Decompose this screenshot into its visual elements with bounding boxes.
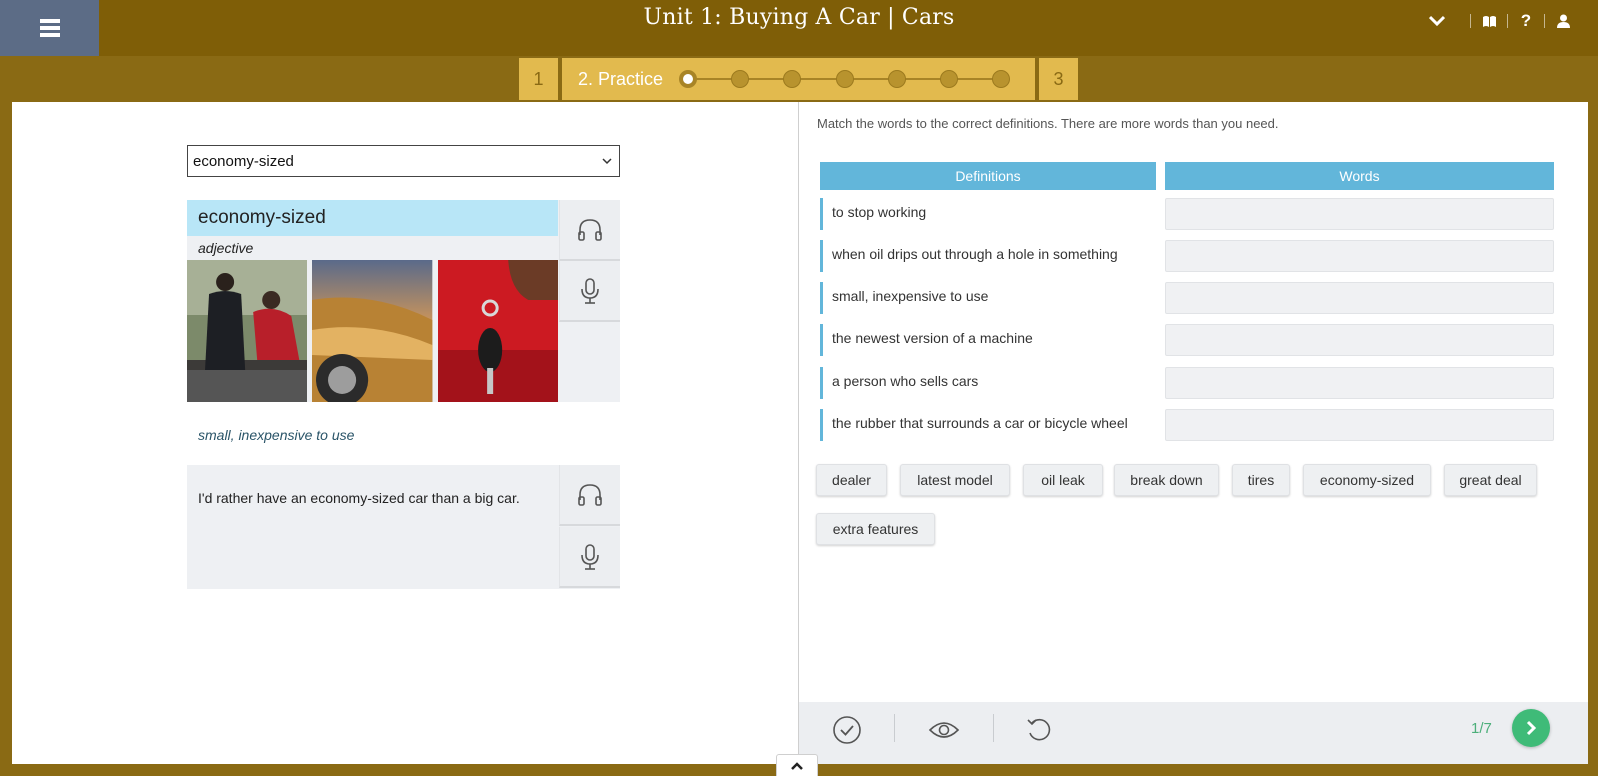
progress-dot-3[interactable] — [783, 70, 802, 88]
progress-dot-1[interactable] — [679, 70, 698, 88]
book-icon — [1482, 15, 1496, 27]
image-gold-car — [312, 260, 433, 402]
header-separator — [1470, 14, 1471, 28]
word-select-value: economy-sized — [193, 152, 294, 170]
word-drop-slot-1[interactable] — [1165, 198, 1554, 230]
example-sentence: I'd rather have an economy-sized car tha… — [198, 490, 520, 506]
word-select-dropdown[interactable]: economy-sized — [187, 145, 620, 177]
chevron-right-icon — [1526, 720, 1537, 736]
image-car-key — [437, 260, 558, 402]
step-navigation: 1 2. Practice 3 — [0, 56, 1598, 102]
headphones-icon — [578, 218, 602, 241]
top-header: Unit 1: Buying A Car | Cars ? — [0, 0, 1598, 56]
word-drop-slot-3[interactable] — [1165, 282, 1554, 314]
part-of-speech: adjective — [198, 240, 254, 256]
progress-dots — [679, 69, 1011, 89]
image-woman-mechanic — [187, 260, 308, 402]
progress-dot-5[interactable] — [888, 70, 907, 88]
progress-dot-4[interactable] — [836, 70, 855, 88]
definition-row: when oil drips out through a hole in som… — [820, 240, 1156, 272]
instructions-text: Match the words to the correct definitio… — [817, 116, 1279, 131]
reset-button[interactable] — [1019, 710, 1059, 750]
definition-row: to stop working — [820, 198, 1156, 230]
vocab-word: economy-sized — [187, 200, 558, 236]
profile-button[interactable] — [1550, 10, 1576, 32]
step-1-button[interactable]: 1 — [519, 58, 558, 100]
check-answers-button[interactable] — [827, 710, 867, 750]
example-card: I'd rather have an economy-sized car tha… — [187, 465, 620, 589]
microphone-icon — [581, 543, 599, 570]
chevron-down-icon — [1429, 15, 1445, 27]
definitions-header: Definitions — [820, 162, 1156, 190]
next-button[interactable] — [1512, 709, 1550, 747]
word-chip-break-down[interactable]: break down — [1114, 464, 1219, 496]
panel-divider — [798, 102, 799, 764]
activity-toolbar: 1/7 — [799, 702, 1588, 764]
toolbar-separator — [993, 714, 994, 742]
word-chip-extra-features[interactable]: extra features — [816, 513, 935, 545]
eye-icon — [928, 722, 960, 738]
word-audio-button[interactable] — [559, 200, 620, 261]
vocab-images — [187, 260, 558, 402]
progress-dot-6[interactable] — [940, 70, 959, 88]
word-drop-slot-2[interactable] — [1165, 240, 1554, 272]
definition-row: small, inexpensive to use — [820, 282, 1156, 314]
step-3-button[interactable]: 3 — [1039, 58, 1078, 100]
word-drop-slot-4[interactable] — [1165, 324, 1554, 356]
step-2-practice[interactable]: 2. Practice — [562, 58, 1035, 100]
show-answers-button[interactable] — [924, 710, 964, 750]
vocabulary-card: economy-sized adjective — [187, 200, 620, 402]
microphone-icon — [581, 277, 599, 304]
user-icon — [1556, 14, 1570, 28]
header-separator — [1507, 14, 1508, 28]
help-button[interactable]: ? — [1513, 10, 1539, 32]
undo-icon — [1027, 718, 1051, 741]
example-record-button[interactable] — [559, 527, 620, 588]
word-chip-dealer[interactable]: dealer — [816, 464, 887, 496]
collapse-toggle-button[interactable] — [776, 754, 818, 776]
word-chip-oil-leak[interactable]: oil leak — [1023, 464, 1103, 496]
word-chip-great-deal[interactable]: great deal — [1444, 464, 1537, 496]
activity-content: economy-sized economy-sized adjective sm… — [12, 102, 1588, 764]
headphones-icon — [578, 483, 602, 506]
word-chip-economy-sized[interactable]: economy-sized — [1303, 464, 1431, 496]
chevron-up-icon — [791, 761, 803, 770]
definition-row: the rubber that surrounds a car or bicyc… — [820, 409, 1156, 441]
toolbar-separator — [894, 714, 895, 742]
header-separator — [1544, 14, 1545, 28]
definition-row: a person who sells cars — [820, 367, 1156, 399]
word-drop-slot-5[interactable] — [1165, 367, 1554, 399]
definition-row: the newest version of a machine — [820, 324, 1156, 356]
word-chip-tires[interactable]: tires — [1232, 464, 1290, 496]
check-circle-icon — [833, 716, 861, 744]
words-header: Words — [1165, 162, 1554, 190]
chevron-down-icon — [602, 158, 612, 165]
word-drop-slot-6[interactable] — [1165, 409, 1554, 441]
page-counter: 1/7 — [1471, 720, 1492, 737]
example-audio-button[interactable] — [559, 465, 620, 526]
word-record-button[interactable] — [559, 261, 620, 322]
glossary-button[interactable] — [1476, 10, 1502, 32]
header-icon-bar: ? — [1424, 10, 1576, 32]
progress-dot-2[interactable] — [731, 70, 750, 88]
progress-dot-7[interactable] — [992, 70, 1011, 88]
help-icon: ? — [1520, 11, 1532, 30]
expand-button[interactable] — [1424, 10, 1450, 32]
step-2-label: 2. Practice — [578, 68, 664, 89]
word-chip-latest-model[interactable]: latest model — [900, 464, 1010, 496]
word-definition: small, inexpensive to use — [198, 427, 355, 443]
page-title: Unit 1: Buying A Car | Cars — [643, 5, 955, 30]
